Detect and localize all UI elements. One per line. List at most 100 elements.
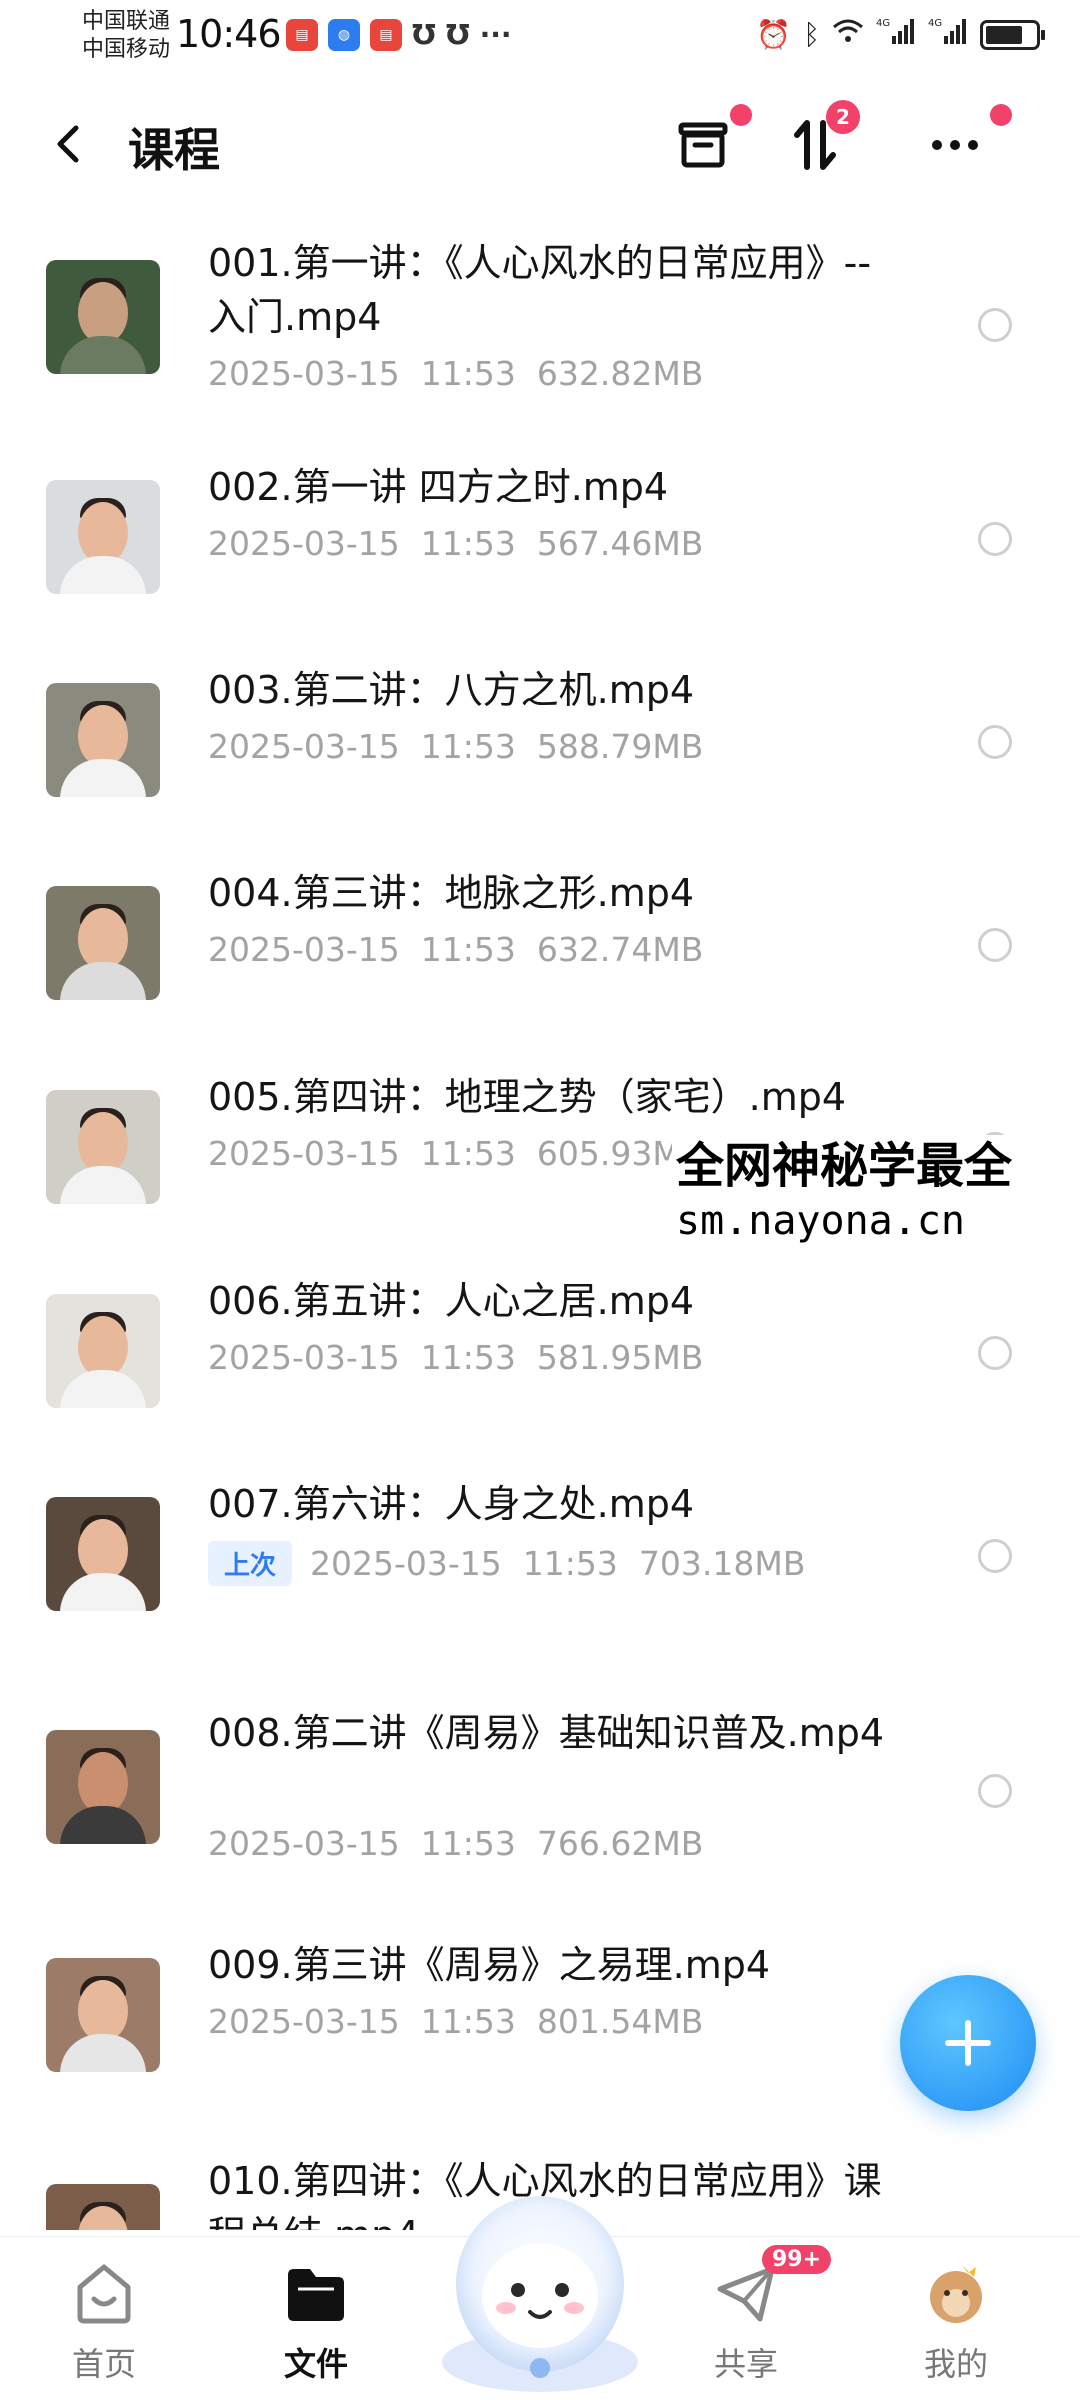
file-time: 11:53	[420, 354, 516, 393]
nav-mine-label: 我的	[923, 2345, 988, 2383]
file-time: 11:53	[420, 1338, 516, 1377]
mascot-icon	[442, 2196, 638, 2392]
video-thumbnail	[46, 1090, 160, 1204]
app-notification-icon: ▤	[286, 18, 318, 51]
watermark-overlay: 全网神秘学最全 sm.nayona.cn	[672, 1135, 1080, 1251]
transfer-count-badge: 2	[826, 100, 860, 134]
select-radio[interactable]	[978, 1774, 1012, 1808]
select-radio[interactable]	[978, 308, 1012, 342]
app-notification-icon: ◍	[328, 18, 360, 51]
file-size: 588.79MB	[536, 727, 704, 766]
file-meta: 2025-03-15 11:53 766.62MB	[208, 1824, 703, 1863]
file-size: 703.18MB	[638, 1544, 806, 1583]
folder-icon	[282, 2259, 350, 2327]
status-time: 10:46	[176, 12, 282, 56]
nav-share-label: 共享	[713, 2345, 778, 2383]
select-radio[interactable]	[978, 1336, 1012, 1370]
signal-1-label: 4G	[876, 18, 890, 29]
carrier-2: 中国移动	[82, 37, 171, 62]
file-name: 006.第五讲：人心之居.mp4	[208, 1279, 695, 1323]
wifi-icon	[832, 17, 864, 52]
file-date: 2025-03-15	[208, 524, 400, 563]
video-thumbnail	[46, 1497, 160, 1611]
app-notification-icon: ▤	[370, 18, 402, 51]
file-meta: 2025-03-15 11:53 801.54MB	[208, 2002, 703, 2041]
file-name: 003.第二讲：八方之机.mp4	[208, 668, 695, 712]
home-icon	[70, 2259, 138, 2327]
last-viewed-tag: 上次	[208, 1541, 293, 1586]
file-time: 11:53	[420, 727, 516, 766]
select-radio[interactable]	[978, 928, 1012, 962]
file-meta: 2025-03-15 11:53 632.82MB	[208, 354, 703, 393]
nav-share[interactable]: 99+ 共享	[676, 2245, 832, 2389]
file-name: 007.第六讲：人身之处.mp4	[208, 1482, 695, 1526]
select-radio[interactable]	[978, 725, 1012, 759]
video-thumbnail	[46, 1294, 160, 1408]
more-options-button[interactable]	[920, 104, 1012, 180]
chevron-left-icon	[57, 125, 79, 163]
file-date: 2025-03-15	[208, 1134, 400, 1173]
file-meta: 上次 2025-03-15 11:53 703.18MB	[208, 1541, 805, 1586]
file-size: 632.82MB	[536, 354, 704, 393]
signal-icon: 4G	[876, 16, 916, 53]
file-date: 2025-03-15	[208, 930, 400, 969]
plus-icon	[945, 2020, 991, 2066]
video-thumbnail	[46, 2184, 160, 2230]
file-meta: 2025-03-15 11:53 605.93MB	[208, 1134, 703, 1173]
status-bar: 中国联通 中国移动 10:46 ▤ ◍ ▤ Ʊ Ʊ ··· ⏰ ᛒ 4G 4G	[0, 0, 1080, 80]
watermark-line-1: 全网神秘学最全	[676, 1138, 1013, 1194]
carrier-1: 中国联通	[82, 9, 171, 34]
video-thumbnail	[46, 480, 160, 594]
bluetooth-icon: ᛒ	[803, 18, 820, 51]
file-meta: 2025-03-15 11:53 588.79MB	[208, 727, 703, 766]
more-dots-icon	[932, 140, 978, 150]
file-date: 2025-03-15	[208, 727, 400, 766]
file-time: 11:53	[420, 930, 516, 969]
page-header: 课程 2	[0, 90, 1080, 200]
archive-button[interactable]	[668, 104, 752, 180]
video-thumbnail	[46, 683, 160, 797]
system-icons: ⏰ ᛒ 4G 4G	[756, 16, 1045, 53]
list-item[interactable]: 003.第二讲：八方之机.mp4 2025-03-15 11:53 588.79…	[0, 663, 1080, 813]
notification-dot	[730, 104, 752, 126]
file-name: 009.第三讲《周易》之易理.mp4	[208, 1943, 771, 1987]
file-date: 2025-03-15	[208, 354, 400, 393]
file-size: 632.74MB	[536, 930, 704, 969]
transfer-button[interactable]: 2	[780, 100, 860, 180]
share-count-badge: 99+	[762, 2245, 832, 2274]
file-time: 11:53	[420, 524, 516, 563]
battery-icon	[980, 19, 1045, 50]
add-button[interactable]	[900, 1975, 1036, 2111]
file-time: 11:53	[522, 1544, 618, 1583]
nav-home[interactable]: 首页	[34, 2259, 174, 2389]
select-radio[interactable]	[978, 522, 1012, 556]
file-name: 004.第三讲：地脉之形.mp4	[208, 871, 695, 915]
list-item[interactable]: 006.第五讲：人心之居.mp4 2025-03-15 11:53 581.95…	[0, 1274, 1080, 1424]
file-meta: 2025-03-15 11:53 632.74MB	[208, 930, 703, 969]
file-time: 11:53	[420, 1824, 516, 1863]
list-item[interactable]: 002.第一讲 四方之时.mp4 2025-03-15 11:53 567.46…	[0, 460, 1080, 610]
list-item[interactable]: 007.第六讲：人身之处.mp4 上次 2025-03-15 11:53 703.…	[0, 1477, 1080, 1627]
nav-files[interactable]: 文件	[246, 2259, 386, 2389]
select-radio[interactable]	[978, 1539, 1012, 1573]
nav-mine[interactable]: 我的	[886, 2259, 1026, 2389]
nav-home-label: 首页	[71, 2345, 136, 2383]
file-name: 008.第二讲《周易》基础知识普及.mp4	[208, 1711, 885, 1755]
nav-files-label: 文件	[283, 2345, 348, 2383]
archive-box-icon	[678, 122, 728, 168]
alarm-icon: ⏰	[756, 18, 792, 51]
list-item[interactable]: 001.第一讲：《人心风水的日常应用》--入门.mp4 2025-03-15 1…	[0, 230, 1080, 393]
list-item[interactable]: 004.第三讲：地脉之形.mp4 2025-03-15 11:53 632.74…	[0, 866, 1080, 1016]
list-item[interactable]: 008.第二讲《周易》基础知识普及.mp4 2025-03-15 11:53 7…	[0, 1700, 1080, 1880]
back-button[interactable]	[48, 114, 98, 174]
assistant-mascot-button[interactable]	[430, 2172, 650, 2392]
file-date: 2025-03-15	[208, 2002, 400, 2041]
signal-icon: 4G	[928, 16, 968, 53]
file-meta: 2025-03-15 11:53 567.46MB	[208, 524, 703, 563]
avatar-icon	[922, 2259, 990, 2327]
app-notification-icon: Ʊ	[412, 18, 436, 51]
notification-icons: ▤ ◍ ▤ Ʊ Ʊ ···	[286, 18, 512, 51]
file-time: 11:53	[420, 2002, 516, 2041]
file-date: 2025-03-15	[208, 1824, 400, 1863]
file-date: 2025-03-15	[208, 1338, 400, 1377]
